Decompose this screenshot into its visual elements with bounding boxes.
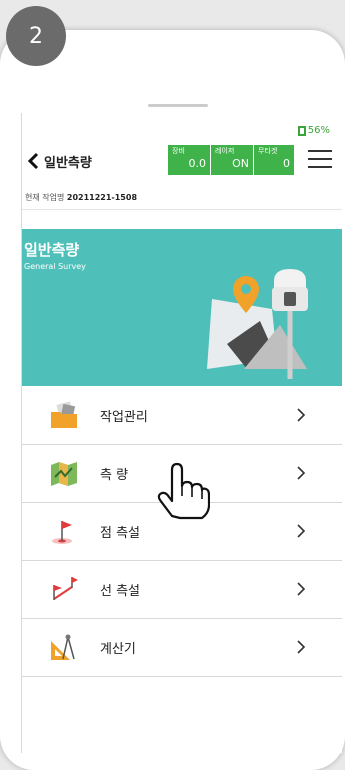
flag-icon [52, 521, 72, 544]
chevron-right-icon [297, 582, 306, 596]
chevron-right-icon [297, 524, 306, 538]
app-header: 일반측량 장비 0.0 레이저 ON 무타겟 0 [22, 145, 342, 189]
divider [22, 209, 342, 210]
chevron-right-icon [297, 640, 306, 654]
battery-icon [297, 125, 306, 136]
folder-icon [51, 401, 77, 428]
no-target-stat: 무타겟 0 [254, 145, 294, 175]
chevron-right-icon [297, 466, 306, 480]
current-job: 현재 작업명 20211221-1508 [25, 193, 138, 202]
laser-stat: 레이저 ON [211, 145, 253, 175]
equipment-stat: 장비 0.0 [168, 145, 210, 175]
app-screen: 56% 일반측량 장비 0.0 레이저 ON 무타겟 0 현재 작업명 2021… [21, 113, 342, 753]
speaker-slot [148, 104, 208, 107]
page-title: 일반측량 [44, 155, 92, 171]
menu-list: 작업관리 측 량 점 측설 선 측설 계산기 [22, 387, 342, 677]
tap-hand-icon [157, 462, 210, 520]
chevron-right-icon [297, 408, 306, 422]
menu-item-calculator[interactable]: 계산기 [22, 619, 342, 677]
menu-item-line-stakeout[interactable]: 선 측설 [22, 561, 342, 619]
map-icon [51, 462, 77, 486]
chevron-left-icon [27, 152, 39, 170]
flags-icon [53, 577, 78, 600]
survey-banner: 일반측량 General Survey [22, 229, 342, 386]
menu-item-job-management[interactable]: 작업관리 [22, 387, 342, 445]
survey-illustration [207, 269, 308, 379]
hamburger-menu-button[interactable] [308, 150, 332, 172]
back-button[interactable]: 일반측량 [26, 151, 92, 171]
step-badge: 2 [6, 6, 66, 66]
compass-icon [51, 634, 75, 660]
battery-indicator: 56% [297, 125, 330, 136]
battery-level: 56% [307, 125, 330, 136]
